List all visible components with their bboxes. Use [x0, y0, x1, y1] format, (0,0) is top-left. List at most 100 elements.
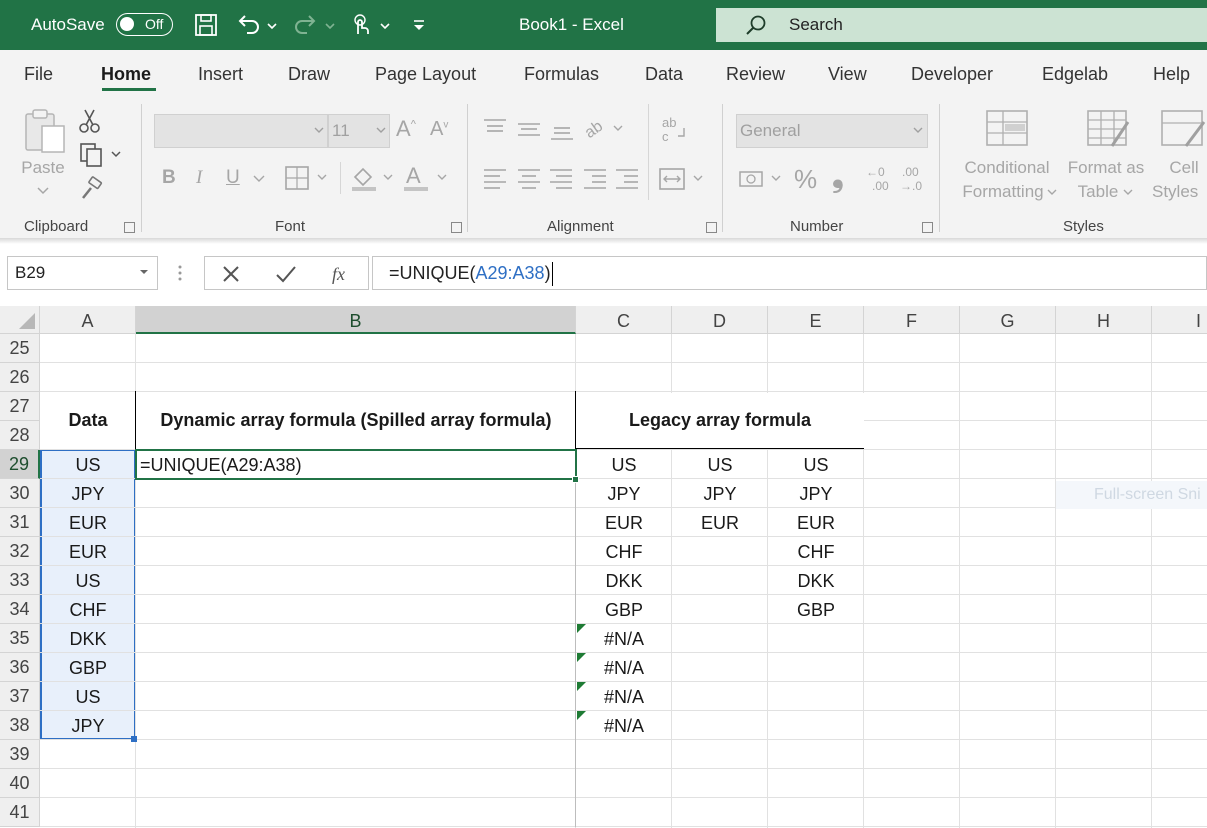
row-header-40[interactable]: 40: [0, 769, 40, 798]
name-box[interactable]: B29: [7, 256, 158, 290]
error-indicator-icon[interactable]: [577, 653, 586, 662]
select-all-button[interactable]: [0, 306, 40, 334]
header-dynamic-array[interactable]: Dynamic array formula (Spilled array for…: [136, 391, 576, 449]
column-e-cell[interactable]: DKK: [768, 567, 864, 595]
error-indicator-icon[interactable]: [577, 711, 586, 720]
row-header-38[interactable]: 38: [0, 711, 40, 740]
insert-function-icon[interactable]: fx: [330, 262, 354, 286]
vertical-align-icons[interactable]: [482, 116, 578, 142]
column-e-cell[interactable]: EUR: [768, 509, 864, 537]
paste-label[interactable]: Paste: [18, 156, 68, 180]
merge-center-icon[interactable]: [658, 166, 708, 192]
tab-view[interactable]: View: [828, 64, 867, 85]
column-header-h[interactable]: H: [1056, 306, 1152, 334]
column-c-cell[interactable]: DKK: [576, 567, 672, 595]
column-d-cell[interactable]: US: [672, 451, 768, 479]
cancel-icon[interactable]: [221, 265, 241, 283]
row-header-41[interactable]: 41: [0, 798, 40, 827]
alignment-launcher-icon[interactable]: [706, 222, 717, 233]
horizontal-align-icons[interactable]: [482, 166, 642, 192]
column-a-cell[interactable]: JPY: [40, 712, 136, 740]
undo-dropdown-icon[interactable]: [265, 12, 279, 38]
row-header-28[interactable]: 28: [0, 421, 40, 450]
redo-icon[interactable]: [293, 12, 319, 38]
decimal-adjust-icons[interactable]: ←0 .00 .00 →.0: [866, 164, 930, 194]
column-a-cell[interactable]: JPY: [40, 480, 136, 508]
column-c-cell[interactable]: EUR: [576, 509, 672, 537]
font-size-combo[interactable]: 11: [328, 114, 390, 148]
worksheet-grid[interactable]: A B C D E F G H I 25 26 27 28 29 30 31 32 33 34 35…: [0, 306, 1207, 828]
row-header-37[interactable]: 37: [0, 682, 40, 711]
orientation-icon[interactable]: ab: [582, 114, 626, 142]
error-indicator-icon[interactable]: [577, 682, 586, 691]
tab-help[interactable]: Help: [1153, 64, 1190, 85]
column-a-cell[interactable]: US: [40, 451, 136, 479]
column-header-f[interactable]: F: [864, 306, 960, 334]
italic-button[interactable]: I: [196, 167, 202, 189]
column-c-cell[interactable]: US: [576, 451, 672, 479]
row-header-26[interactable]: 26: [0, 363, 40, 392]
row-header-32[interactable]: 32: [0, 537, 40, 566]
font-color-icon[interactable]: A: [402, 163, 452, 193]
format-as-table-icon[interactable]: [1086, 108, 1132, 150]
column-e-cell[interactable]: US: [768, 451, 864, 479]
clipboard-launcher-icon[interactable]: [124, 222, 135, 233]
conditional-formatting-label-2[interactable]: Formatting: [951, 180, 1055, 204]
column-e-cell[interactable]: GBP: [768, 596, 864, 624]
increase-font-size-icon[interactable]: A^: [396, 116, 416, 142]
number-format-combo[interactable]: General: [736, 114, 928, 148]
column-header-a[interactable]: A: [40, 306, 136, 334]
copy-icon[interactable]: [78, 142, 122, 168]
active-cell-formula[interactable]: =UNIQUE(A29:A38): [140, 451, 302, 479]
save-icon[interactable]: [193, 12, 219, 38]
column-header-g[interactable]: G: [960, 306, 1056, 334]
row-header-30[interactable]: 30: [0, 479, 40, 508]
underline-dropdown-icon[interactable]: [252, 174, 266, 184]
column-c-cell[interactable]: #N/A: [576, 712, 672, 740]
touch-mode-icon[interactable]: [348, 12, 374, 38]
font-name-combo[interactable]: [154, 114, 328, 148]
column-c-cell[interactable]: #N/A: [576, 683, 672, 711]
column-header-e[interactable]: E: [768, 306, 864, 334]
tab-file[interactable]: File: [24, 64, 53, 85]
chevron-down-icon[interactable]: [1122, 188, 1134, 198]
fill-handle[interactable]: [572, 476, 579, 483]
column-d-cell[interactable]: EUR: [672, 509, 768, 537]
enter-icon[interactable]: [275, 265, 297, 283]
formula-input[interactable]: =UNIQUE(A29:A38): [372, 256, 1207, 290]
format-painter-icon[interactable]: [78, 176, 104, 202]
column-a-cell[interactable]: CHF: [40, 596, 136, 624]
percent-button[interactable]: %: [794, 164, 817, 195]
cell-styles-label-1[interactable]: Cell: [1164, 156, 1204, 180]
column-a-cell[interactable]: DKK: [40, 625, 136, 653]
conditional-formatting-icon[interactable]: [985, 108, 1029, 148]
column-c-cell[interactable]: #N/A: [576, 625, 672, 653]
row-header-25[interactable]: 25: [0, 334, 40, 363]
row-header-36[interactable]: 36: [0, 653, 40, 682]
row-header-33[interactable]: 33: [0, 566, 40, 595]
autosave-toggle[interactable]: Off: [116, 13, 173, 36]
comma-button[interactable]: ❟: [832, 160, 844, 194]
column-c-cell[interactable]: #N/A: [576, 654, 672, 682]
cell-styles-icon[interactable]: [1160, 108, 1207, 150]
column-c-cell[interactable]: CHF: [576, 538, 672, 566]
column-a-cell[interactable]: US: [40, 683, 136, 711]
header-data[interactable]: Data: [40, 391, 136, 449]
wrap-text-icon[interactable]: ab c: [660, 114, 690, 144]
chevron-down-icon[interactable]: [1046, 188, 1058, 198]
undo-icon[interactable]: [235, 12, 261, 38]
row-header-35[interactable]: 35: [0, 624, 40, 653]
tab-edgelab[interactable]: Edgelab: [1042, 64, 1108, 85]
error-indicator-icon[interactable]: [577, 624, 586, 633]
tab-home[interactable]: Home: [101, 64, 151, 85]
conditional-formatting-label-1[interactable]: Conditional: [955, 156, 1059, 180]
resize-handle-icon[interactable]: [175, 262, 185, 284]
font-launcher-icon[interactable]: [451, 222, 462, 233]
touch-dropdown-icon[interactable]: [378, 12, 392, 38]
tab-developer[interactable]: Developer: [911, 64, 993, 85]
tab-review[interactable]: Review: [726, 64, 785, 85]
column-c-cell[interactable]: JPY: [576, 480, 672, 508]
column-a-cell[interactable]: EUR: [40, 509, 136, 537]
format-as-table-label-1[interactable]: Format as: [1062, 156, 1150, 180]
search-box[interactable]: Search: [716, 8, 1207, 42]
